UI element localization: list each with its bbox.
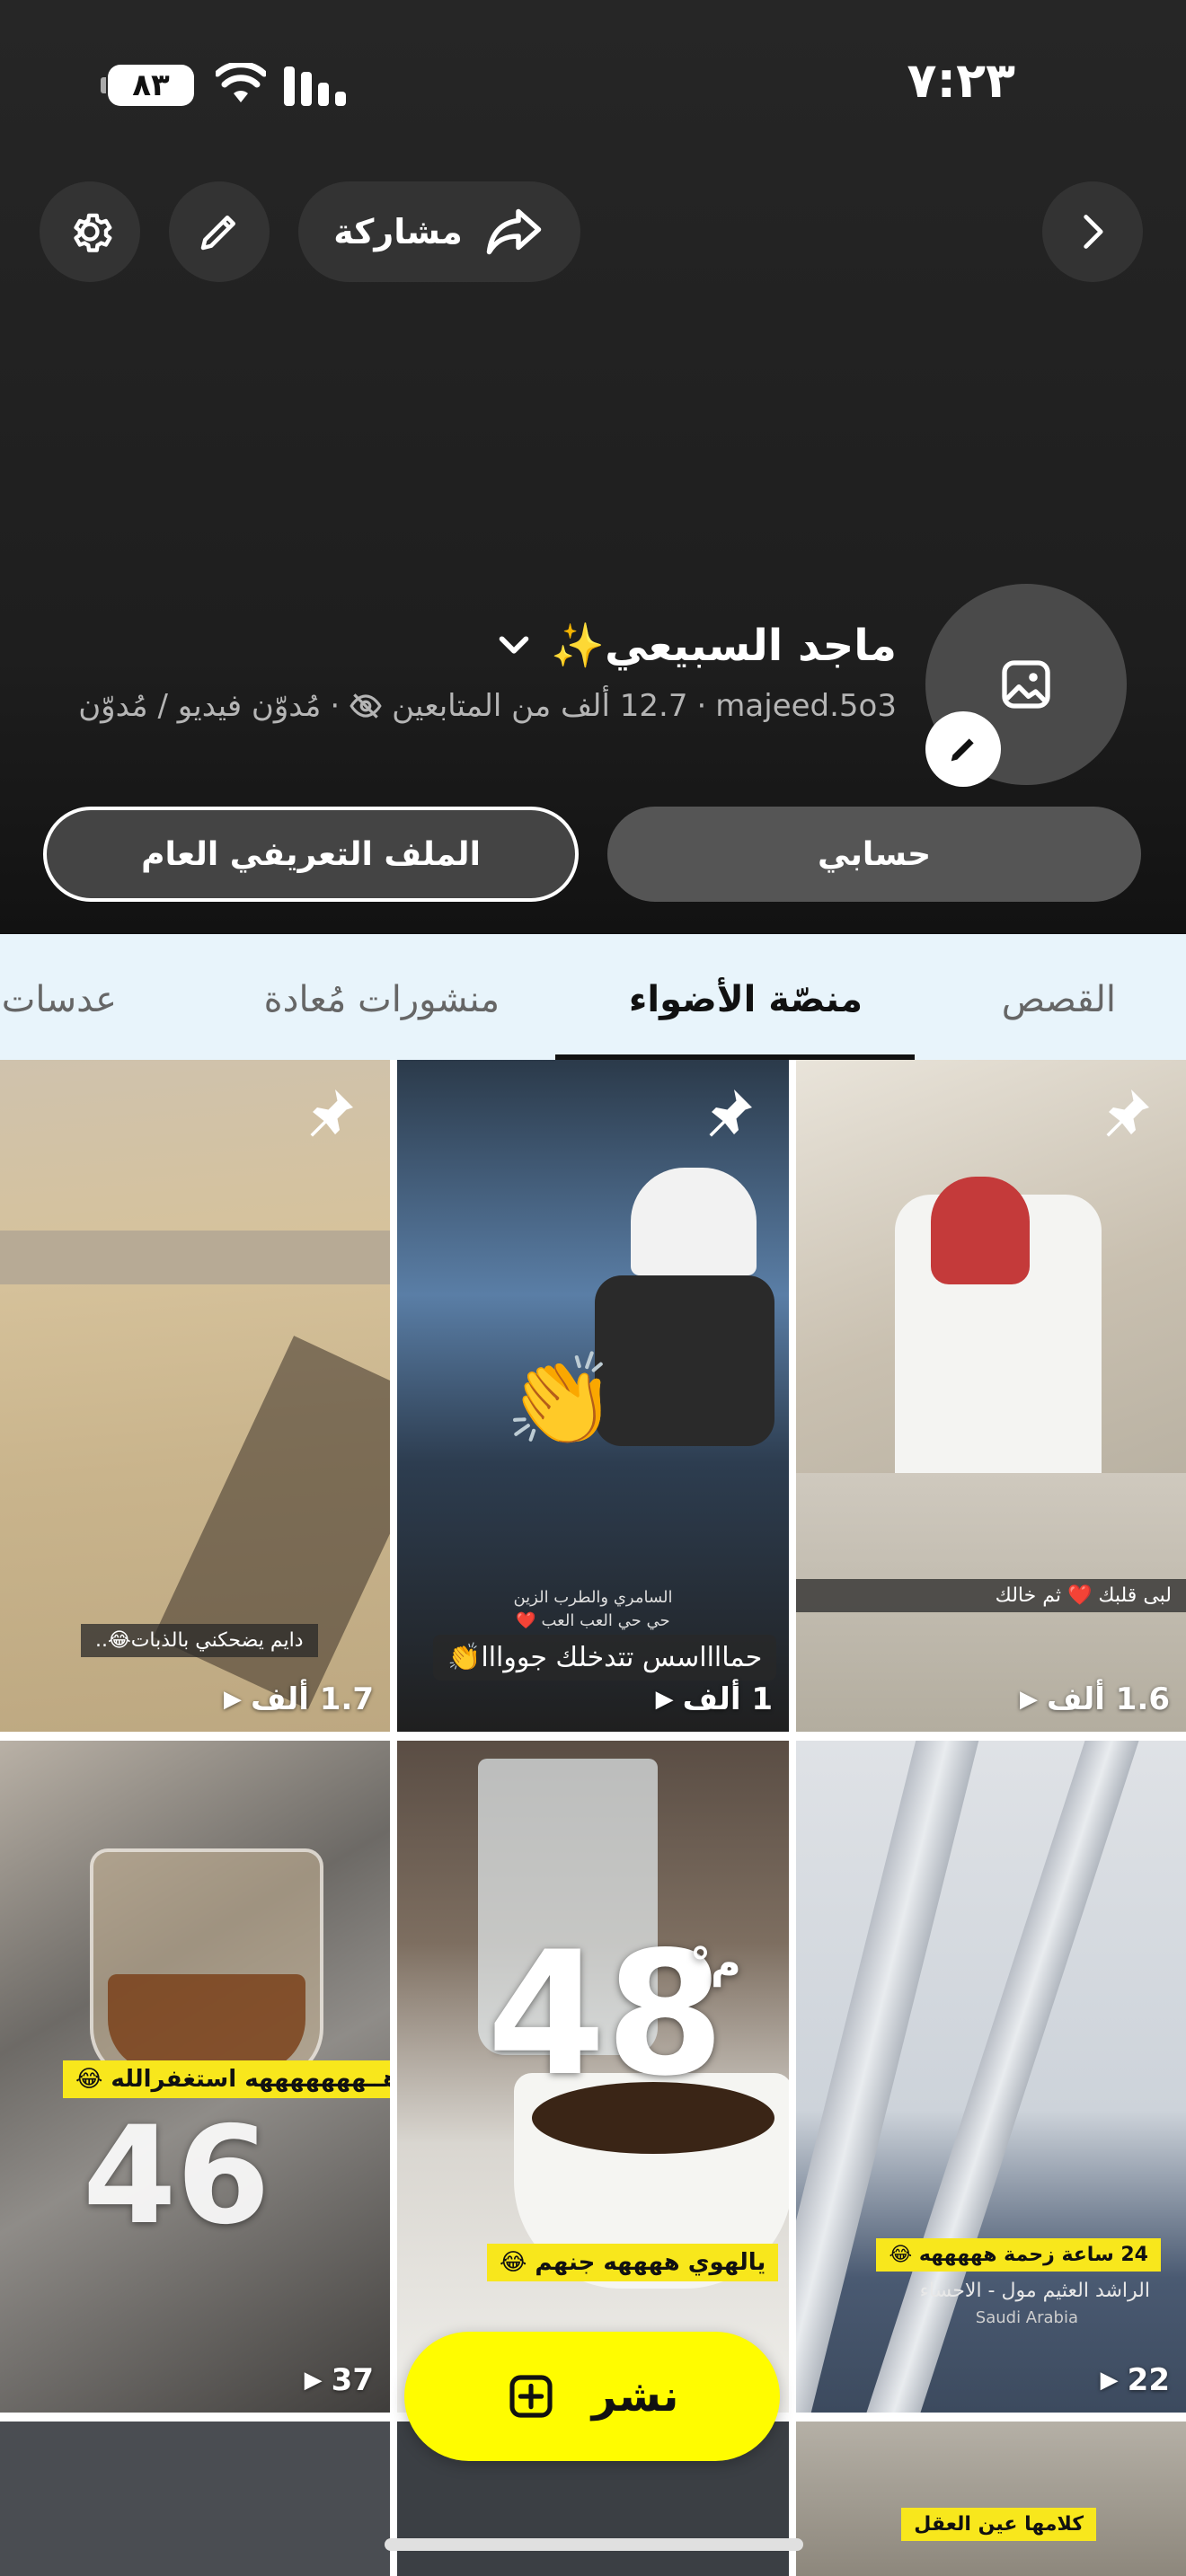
location-sticker: الراشد العثيم مول - الاحساء (919, 2280, 1150, 2302)
spotlight-tile[interactable]: 👏 السامري والطرب الزين حي حي العب العب ❤… (397, 1060, 789, 1732)
tile-caption: لبى قلبك ❤️ ثم خالك (796, 1579, 1186, 1612)
pin-icon (709, 1090, 752, 1137)
profile-meta: majeed.5o3 · 12.7 ألف من المتابعين · مُد… (78, 688, 897, 724)
back-button[interactable] (1042, 181, 1143, 282)
settings-button[interactable] (40, 181, 140, 282)
temperature-sticker: 46 (83, 2098, 270, 2254)
tab-spotlight[interactable]: منصّة الأضواء (629, 979, 863, 1020)
view-count: 1.7 ألف ▶ (224, 1681, 374, 1717)
temperature-unit: °م (690, 1938, 741, 1987)
eye-off-icon (350, 693, 382, 719)
home-indicator[interactable] (385, 2538, 803, 2551)
edit-button[interactable] (169, 181, 270, 282)
chevron-down-icon (500, 635, 529, 654)
tile-caption: دايم يضحكني بالذبات😂.. (81, 1624, 318, 1657)
view-count: 1.6 ألف ▶ (1020, 1681, 1170, 1717)
tile-caption: كلامها عين العقل (901, 2508, 1096, 2541)
pencil-icon (951, 738, 974, 762)
spotlight-tile[interactable]: لبى قلبك ❤️ ثم خالك 1.6 ألف ▶ (796, 1060, 1186, 1732)
status-time: ٧:٢٣ (907, 52, 1015, 109)
tile-caption: يالهوي ههههه جنهم 😂 (487, 2244, 779, 2281)
temperature-sticker: 48 (487, 1915, 725, 2113)
public-profile-button[interactable]: الملف التعريفي العام (43, 807, 579, 902)
view-count: 1 ألف ▶ (655, 1681, 773, 1717)
chevron-right-icon (1084, 215, 1103, 249)
tab-stories[interactable]: القصص (1002, 979, 1116, 1020)
content-tabs: القصص منصّة الأضواء منشورات مُعادة عدسات (0, 934, 1186, 1060)
pin-icon (1106, 1090, 1149, 1137)
plus-square-icon (509, 2375, 553, 2418)
spotlight-tile[interactable]: كلامها عين العقل (796, 2422, 1186, 2576)
avatar-edit-button[interactable] (925, 711, 1001, 787)
curb (0, 1231, 390, 1284)
post-button[interactable]: نشر (404, 2332, 780, 2461)
person-body (595, 1275, 774, 1446)
battery-indicator: ٨٣ (101, 65, 194, 106)
spotlight-tile[interactable] (0, 2422, 390, 2576)
tile-caption: هــهههههههه استغفرالله 😂 (63, 2060, 390, 2098)
spotlight-tile[interactable]: هــهههههههه استغفرالله 😂 46 37 ▶ (0, 1741, 390, 2413)
spotlight-tile[interactable]: دايم يضحكني بالذبات😂.. 1.7 ألف ▶ (0, 1060, 390, 1732)
tab-reposts[interactable]: منشورات مُعادة (264, 979, 500, 1020)
tea (108, 1974, 305, 2073)
profile-name-row[interactable]: ماجد السبيعي✨ (493, 620, 897, 671)
gear-icon (74, 213, 112, 252)
profile-header: ٧:٢٣ ٨٣ مشاركة ماجد السبيعي✨ majeed.5o3 … (0, 0, 1186, 934)
pin-icon (310, 1090, 353, 1137)
tile-caption: حمااااسس تتدخلك جووااا👏 (433, 1635, 777, 1681)
view-count: 22 ▶ (1100, 2362, 1170, 2398)
profile-name: ماجد السبيعي✨ (551, 621, 897, 671)
clapping-hands-emoji: 👏 (505, 1347, 617, 1452)
wifi-icon (216, 63, 266, 102)
image-placeholder-icon (1002, 660, 1050, 709)
username: majeed.5o3 (715, 688, 897, 724)
tile-caption: 24 ساعة زحمة هههههه 😂 (876, 2238, 1161, 2272)
location-country: Saudi Arabia (975, 2308, 1078, 2327)
my-account-button[interactable]: حسابي (607, 807, 1141, 902)
person-figure (631, 1168, 757, 1275)
spotlight-tile[interactable]: 48 °م يالهوي ههههه جنهم 😂 (397, 1741, 789, 2413)
cellular-signal-icon (284, 66, 346, 106)
view-count: 37 ▶ (304, 2362, 374, 2398)
headscarf (931, 1177, 1030, 1284)
tab-lenses[interactable]: عدسات (2, 979, 117, 1020)
tile-caption-mid: حي حي العب العب ❤️ (516, 1611, 670, 1630)
follower-count: 12.7 ألف من المتابعين (392, 688, 688, 724)
share-button[interactable]: مشاركة (298, 181, 580, 282)
share-label: مشاركة (333, 212, 463, 251)
profile-category: مُدوّن فيديو / مُدوّن (78, 688, 322, 724)
pencil-icon (200, 216, 235, 251)
post-label: نشر (591, 2371, 679, 2422)
tile-caption-top: السامري والطرب الزين (513, 1588, 673, 1607)
share-arrow-icon (486, 208, 541, 255)
spotlight-tile[interactable]: 24 ساعة زحمة هههههه 😂 الراشد العثيم مول … (796, 1741, 1186, 2413)
